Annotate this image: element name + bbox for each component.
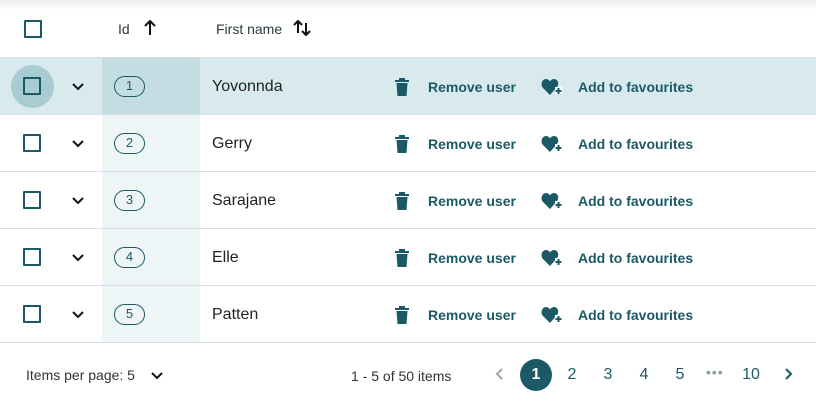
trash-icon[interactable] xyxy=(394,249,410,267)
id-badge: 2 xyxy=(114,133,145,154)
add-to-favourites-button[interactable]: Add to favourites xyxy=(578,250,693,266)
row-checkbox[interactable] xyxy=(23,305,41,323)
remove-user-button[interactable]: Remove user xyxy=(428,307,516,323)
remove-user-button[interactable]: Remove user xyxy=(428,136,516,152)
add-to-favourites-button[interactable]: Add to favourites xyxy=(578,136,693,152)
table-row[interactable]: 3 Sarajane Remove user Add to favourites xyxy=(0,172,816,229)
row-checkbox-wrapper[interactable] xyxy=(11,293,54,336)
chevron-down-icon[interactable] xyxy=(70,136,86,152)
heart-plus-icon[interactable] xyxy=(541,78,563,96)
row-checkbox-wrapper[interactable] xyxy=(11,236,54,279)
table-row[interactable]: 5 Patten Remove user Add to favourites xyxy=(0,286,816,343)
id-badge: 4 xyxy=(114,247,145,268)
chevron-down-icon[interactable] xyxy=(70,79,86,95)
table-row[interactable]: 2 Gerry Remove user Add to favourites xyxy=(0,115,816,172)
row-checkbox-wrapper[interactable] xyxy=(11,65,54,108)
sort-arrows-icon[interactable] xyxy=(292,18,312,38)
grid-header: Id First name xyxy=(0,0,816,58)
first-name-text: Elle xyxy=(212,249,239,266)
page-button-3[interactable]: 3 xyxy=(592,359,624,391)
row-checkbox[interactable] xyxy=(23,134,41,152)
heart-plus-icon[interactable] xyxy=(541,192,563,210)
row-checkbox-wrapper[interactable] xyxy=(11,179,54,222)
chevron-down-icon[interactable] xyxy=(70,250,86,266)
row-checkbox[interactable] xyxy=(23,191,41,209)
trash-icon[interactable] xyxy=(394,306,410,324)
row-checkbox[interactable] xyxy=(23,248,41,266)
remove-user-button[interactable]: Remove user xyxy=(428,250,516,266)
first-name-text: Gerry xyxy=(212,135,252,152)
heart-plus-icon[interactable] xyxy=(541,306,563,324)
first-name-text: Sarajane xyxy=(212,192,277,209)
grid-footer: Items per page: 5 1 - 5 of 50 items 1 2 … xyxy=(0,344,816,406)
remove-user-button[interactable]: Remove user xyxy=(428,193,516,209)
data-grid: Id First name 1 Yovonnda Remove user Add… xyxy=(0,0,816,406)
page-button-2[interactable]: 2 xyxy=(556,359,588,391)
chevron-down-icon[interactable] xyxy=(149,368,165,384)
first-name-text: Yovonnda xyxy=(212,78,283,95)
chevron-left-icon[interactable] xyxy=(492,366,508,382)
page-button-10[interactable]: 10 xyxy=(735,359,767,391)
chevron-down-icon[interactable] xyxy=(70,193,86,209)
first-name-text: Patten xyxy=(212,306,259,323)
pager-ellipsis[interactable]: ••• xyxy=(706,364,724,380)
pager-range-text: 1 - 5 of 50 items xyxy=(351,368,452,384)
id-badge: 1 xyxy=(114,76,145,97)
page-button-5[interactable]: 5 xyxy=(664,359,696,391)
add-to-favourites-button[interactable]: Add to favourites xyxy=(578,79,693,95)
heart-plus-icon[interactable] xyxy=(541,249,563,267)
id-badge: 3 xyxy=(114,190,145,211)
add-to-favourites-button[interactable]: Add to favourites xyxy=(578,193,693,209)
id-badge: 5 xyxy=(114,304,145,325)
row-checkbox[interactable] xyxy=(23,77,41,95)
heart-plus-icon[interactable] xyxy=(541,135,563,153)
page-button-4[interactable]: 4 xyxy=(628,359,660,391)
header-id-label[interactable]: Id xyxy=(118,21,130,37)
trash-icon[interactable] xyxy=(394,135,410,153)
trash-icon[interactable] xyxy=(394,78,410,96)
add-to-favourites-button[interactable]: Add to favourites xyxy=(578,307,693,323)
trash-icon[interactable] xyxy=(394,192,410,210)
table-row[interactable]: 1 Yovonnda Remove user Add to favourites xyxy=(0,58,816,115)
header-first-name-label[interactable]: First name xyxy=(216,21,282,37)
page-button-1[interactable]: 1 xyxy=(520,359,552,391)
remove-user-button[interactable]: Remove user xyxy=(428,79,516,95)
arrow-up-icon[interactable] xyxy=(142,18,158,38)
chevron-right-icon[interactable] xyxy=(780,366,796,382)
items-per-page-label[interactable]: Items per page: 5 xyxy=(26,367,135,383)
select-all-checkbox[interactable] xyxy=(24,20,42,38)
row-checkbox-wrapper[interactable] xyxy=(11,122,54,165)
table-row[interactable]: 4 Elle Remove user Add to favourites xyxy=(0,229,816,286)
chevron-down-icon[interactable] xyxy=(70,307,86,323)
